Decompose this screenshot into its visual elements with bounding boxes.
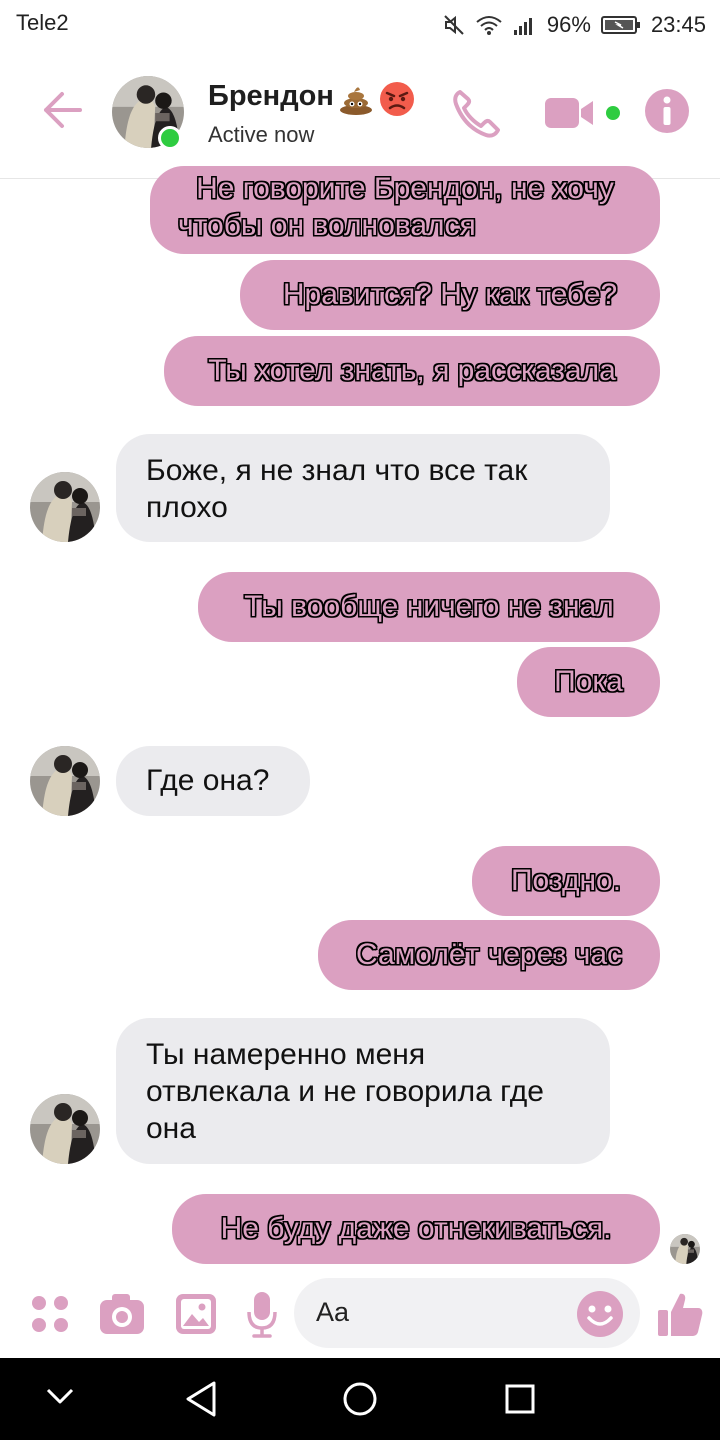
more-actions-button[interactable] <box>30 1294 70 1339</box>
message-text: Боже, я не знал что все так <box>146 454 528 487</box>
message-bubble-outgoing[interactable]: Пока <box>517 647 660 717</box>
call-button[interactable] <box>452 88 500 143</box>
signal-icon <box>513 14 537 36</box>
avatar-photo <box>670 1234 700 1264</box>
message-text: Самолёт через час <box>355 938 623 971</box>
image-icon <box>176 1294 216 1334</box>
camera-icon <box>100 1294 144 1334</box>
message-bubble-outgoing[interactable]: Нравится? Ну как тебе? <box>240 260 660 330</box>
emoji-button[interactable] <box>576 1290 624 1343</box>
presence-status: Active now <box>208 122 315 147</box>
avatar-photo <box>30 472 100 542</box>
message-bubble-incoming[interactable]: Ты намеренно меня отвлекала и не говорил… <box>116 1018 610 1164</box>
nav-home-button[interactable] <box>342 1381 378 1422</box>
message-bubble-outgoing[interactable]: Ты вообще ничего не знал <box>198 572 660 642</box>
nav-recents-button[interactable] <box>504 1383 536 1420</box>
thumbs-up-icon <box>658 1293 703 1336</box>
message-text: Где она? <box>146 764 270 797</box>
message-text: плохо <box>146 491 228 524</box>
camera-button[interactable] <box>98 1292 146 1341</box>
message-bubble-incoming[interactable]: Боже, я не знал что все так плохо <box>116 434 610 542</box>
info-button[interactable] <box>644 88 690 139</box>
smiley-icon <box>577 1291 623 1337</box>
poop-emoji-icon <box>340 87 372 115</box>
message-text: Поздно. <box>510 864 622 897</box>
four-dots-icon <box>32 1296 68 1332</box>
chat-header: Брендон Active now <box>0 50 720 179</box>
like-button[interactable] <box>656 1290 704 1343</box>
system-navigation-bar <box>0 1358 720 1440</box>
message-text: Ты намеренно меня <box>146 1038 426 1071</box>
message-text: она <box>146 1112 196 1145</box>
video-call-button[interactable] <box>545 95 625 136</box>
triangle-back-icon <box>186 1381 216 1417</box>
sender-avatar[interactable] <box>30 1094 100 1164</box>
message-composer: Aa <box>0 1270 720 1358</box>
hide-keyboard-button[interactable] <box>44 1384 76 1413</box>
wifi-icon <box>475 14 503 36</box>
info-icon <box>645 89 689 133</box>
clock: 23:45 <box>650 12 706 37</box>
message-text: чтобы он волновался <box>178 209 476 242</box>
online-indicator <box>158 126 182 150</box>
battery-icon <box>600 14 641 36</box>
video-camera-icon <box>545 98 620 128</box>
message-bubble-outgoing[interactable]: Ты хотел знать, я рассказала <box>164 336 660 406</box>
message-input-placeholder: Aa <box>316 1297 350 1327</box>
message-text: Ты хотел знать, я рассказала <box>208 354 616 387</box>
angry-face-icon <box>380 82 414 116</box>
chevron-down-icon <box>46 1388 74 1404</box>
nav-back-button[interactable] <box>184 1380 218 1423</box>
voice-message-button[interactable] <box>246 1290 278 1343</box>
message-bubble-outgoing[interactable]: Поздно. <box>472 846 660 916</box>
gallery-button[interactable] <box>174 1292 218 1341</box>
square-recents-icon <box>505 1384 535 1414</box>
mute-icon <box>443 14 465 36</box>
back-arrow-icon <box>44 92 82 128</box>
avatar-photo <box>30 746 100 816</box>
message-text: Не буду даже отнекиваться. <box>220 1212 612 1245</box>
battery-percent: 96% <box>546 12 591 37</box>
message-bubble-outgoing[interactable]: Не говорите Брендон, не хочу чтобы он во… <box>150 166 660 254</box>
sender-avatar[interactable] <box>30 746 100 816</box>
back-button[interactable] <box>40 88 84 132</box>
sender-avatar[interactable] <box>30 472 100 542</box>
message-text: Пока <box>554 665 623 698</box>
message-text: Ты вообще ничего не знал <box>244 590 614 623</box>
microphone-icon <box>247 1292 277 1338</box>
contact-name[interactable]: Брендон <box>208 80 334 113</box>
seen-receipt-avatar <box>670 1234 700 1264</box>
circle-home-icon <box>343 1382 377 1416</box>
avatar-photo <box>30 1094 100 1164</box>
message-bubble-outgoing[interactable]: Самолёт через час <box>318 920 660 990</box>
message-text: Не говорите Брендон, не хочу <box>196 172 614 205</box>
status-icons: 96% 23:45 <box>443 10 706 40</box>
carrier-label: Tele2 <box>16 10 69 35</box>
phone-icon <box>453 90 500 138</box>
message-text: Нравится? Ну как тебе? <box>282 278 618 311</box>
message-bubble-incoming[interactable]: Где она? <box>116 746 310 816</box>
message-bubble-outgoing[interactable]: Не буду даже отнекиваться. <box>172 1194 660 1264</box>
message-text: отвлекала и не говорила где <box>146 1075 544 1108</box>
name-emoji <box>338 80 416 118</box>
status-bar: Tele2 96% 23:45 <box>0 0 720 50</box>
